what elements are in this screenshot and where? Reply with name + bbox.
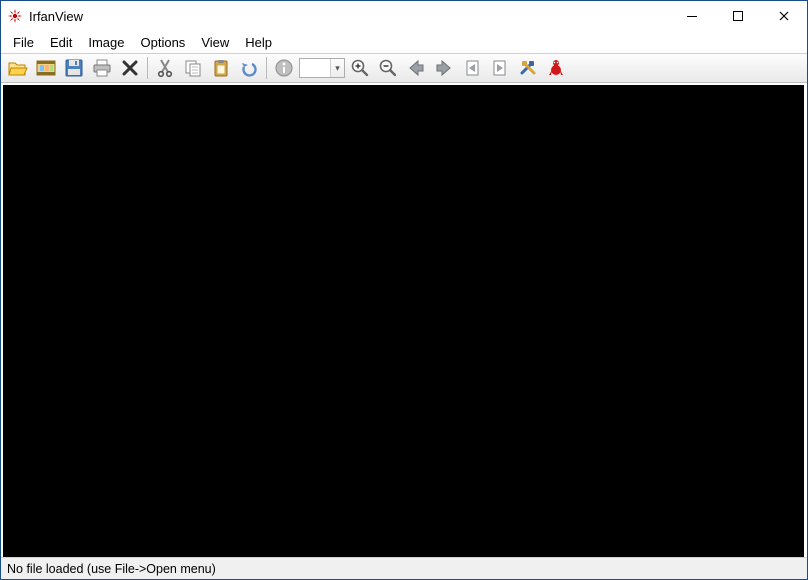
info-icon — [274, 58, 294, 78]
previous-icon — [406, 58, 426, 78]
paste-button[interactable] — [208, 55, 234, 81]
settings-button[interactable] — [515, 55, 541, 81]
canvas-area — [1, 83, 807, 557]
menu-image[interactable]: Image — [80, 33, 132, 52]
zoom-out-button[interactable] — [375, 55, 401, 81]
menu-view[interactable]: View — [193, 33, 237, 52]
save-button[interactable] — [61, 55, 87, 81]
zoom-combobox[interactable]: ▾ — [299, 58, 345, 78]
titlebar: IrfanView — [1, 1, 807, 31]
previous-button[interactable] — [403, 55, 429, 81]
zoom-in-icon — [350, 58, 370, 78]
toolbar: ▾ — [1, 53, 807, 83]
previous-page-icon — [462, 58, 482, 78]
next-button[interactable] — [431, 55, 457, 81]
info-button[interactable] — [271, 55, 297, 81]
delete-button[interactable] — [117, 55, 143, 81]
undo-icon — [239, 58, 259, 78]
status-text: No file loaded (use File->Open menu) — [7, 562, 216, 576]
about-icon — [545, 57, 567, 79]
cut-icon — [155, 58, 175, 78]
delete-icon — [120, 58, 140, 78]
cut-button[interactable] — [152, 55, 178, 81]
next-icon — [434, 58, 454, 78]
menubar: File Edit Image Options View Help — [1, 31, 807, 53]
zoom-in-button[interactable] — [347, 55, 373, 81]
open-icon — [7, 57, 29, 79]
zoom-out-icon — [378, 58, 398, 78]
menu-edit[interactable]: Edit — [42, 33, 80, 52]
app-window: IrfanView File Edit Image Options View H… — [0, 0, 808, 580]
copy-icon — [183, 58, 203, 78]
previous-page-button[interactable] — [459, 55, 485, 81]
toolbar-separator — [147, 57, 148, 79]
minimize-button[interactable] — [669, 1, 715, 31]
close-button[interactable] — [761, 1, 807, 31]
slideshow-button[interactable] — [33, 55, 59, 81]
next-page-button[interactable] — [487, 55, 513, 81]
window-controls — [669, 1, 807, 31]
save-icon — [63, 57, 85, 79]
image-canvas[interactable] — [3, 85, 804, 557]
maximize-button[interactable] — [715, 1, 761, 31]
paste-icon — [211, 58, 231, 78]
undo-button[interactable] — [236, 55, 262, 81]
toolbar-separator — [266, 57, 267, 79]
settings-icon — [518, 58, 538, 78]
print-button[interactable] — [89, 55, 115, 81]
slideshow-icon — [35, 57, 57, 79]
about-button[interactable] — [543, 55, 569, 81]
menu-options[interactable]: Options — [133, 33, 194, 52]
chevron-down-icon: ▾ — [330, 59, 344, 77]
next-page-icon — [490, 58, 510, 78]
menu-file[interactable]: File — [5, 33, 42, 52]
menu-help[interactable]: Help — [237, 33, 280, 52]
app-icon — [7, 8, 23, 24]
window-title: IrfanView — [29, 9, 83, 24]
statusbar: No file loaded (use File->Open menu) — [1, 557, 807, 579]
print-icon — [91, 57, 113, 79]
copy-button[interactable] — [180, 55, 206, 81]
open-button[interactable] — [5, 55, 31, 81]
